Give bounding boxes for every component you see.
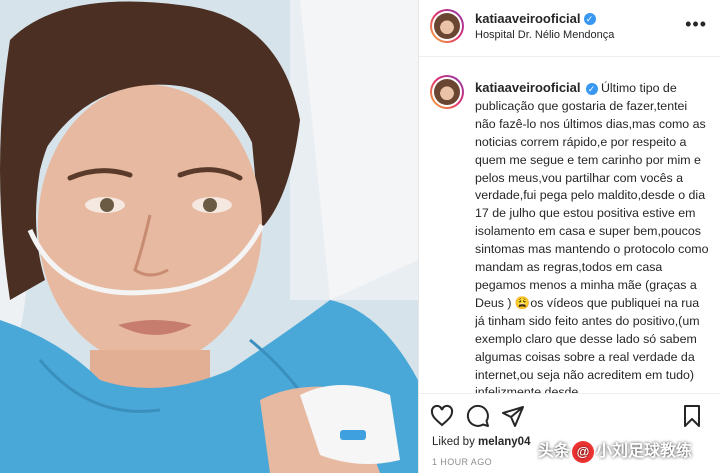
heart-icon[interactable] [430,404,454,428]
comment-icon[interactable] [466,404,490,428]
post-header: katiaaveirooficial ✓ Hospital Dr. Nélio M… [419,0,720,57]
verified-badge-icon: ✓ [585,82,598,95]
watermark: 头条 @ 小刘足球教练 [538,437,692,463]
hospital-selfie-image [0,0,418,473]
location-link[interactable]: Hospital Dr. Nélio Mendonça [475,29,614,41]
post-details-panel: katiaaveirooficial ✓ Hospital Dr. Nélio M… [418,0,720,473]
liked-prefix: Liked by [432,436,475,448]
post-photo[interactable] [0,0,418,473]
bookmark-icon[interactable] [680,404,704,428]
avatar[interactable] [430,9,464,43]
watermark-badge: @ [572,441,595,463]
verified-badge-icon: ✓ [583,12,596,25]
liked-user-link[interactable]: melany04 [478,436,530,448]
post-timestamp[interactable]: 1 HOUR AGO [432,457,492,467]
more-horizontal-icon[interactable]: ••• [685,14,707,35]
username-link[interactable]: katiaaveirooficial [475,11,581,26]
header-username-row: katiaaveirooficial ✓ [475,10,596,28]
caption-username-link[interactable]: katiaaveirooficial [475,80,581,95]
liked-by-text: Liked by melany04 [432,436,530,448]
action-bar [419,393,720,438]
watermark-suffix: 小刘足球教练 [596,443,693,460]
caption-avatar[interactable] [430,75,464,109]
send-icon[interactable] [501,404,525,428]
post-caption: katiaaveirooficial ✓ Último tipo de publi… [475,79,711,393]
watermark-prefix: 头条 [538,443,571,460]
caption-text: Último tipo de publicação que gostaria d… [475,81,709,393]
